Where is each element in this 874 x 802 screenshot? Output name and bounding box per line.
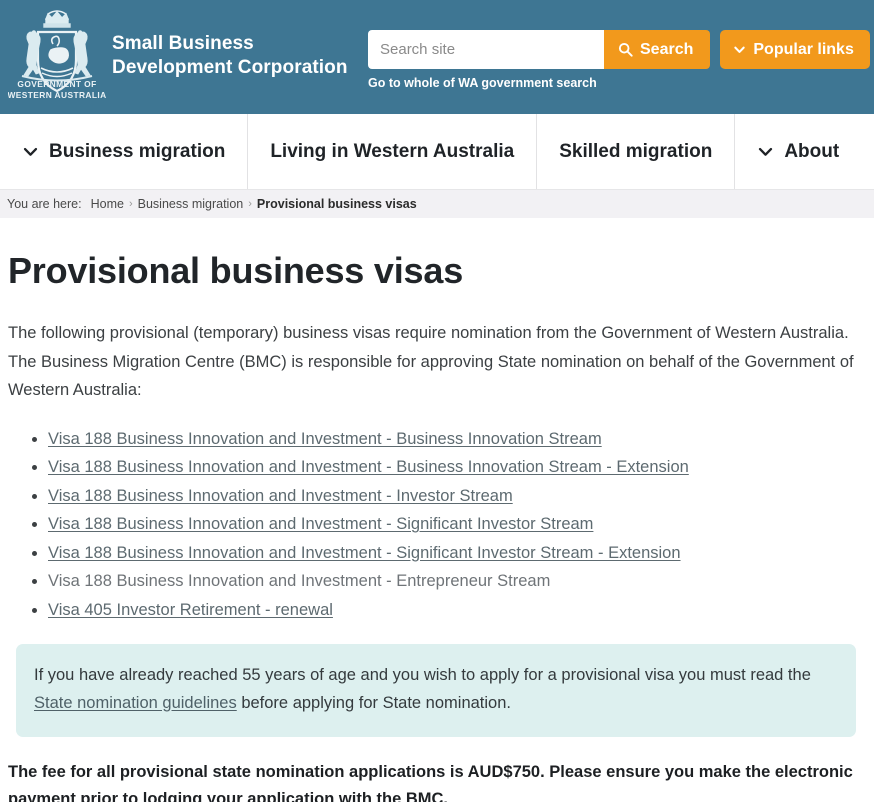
visa-link[interactable]: Visa 405 Investor Retirement - renewal	[48, 601, 333, 619]
list-item: Visa 405 Investor Retirement - renewal	[48, 597, 864, 625]
crest-caption-line2: WESTERN AUSTRALIA	[8, 90, 106, 100]
state-nomination-guidelines-link[interactable]: State nomination guidelines	[34, 694, 237, 712]
age-notice-callout: If you have already reached 55 years of …	[16, 644, 856, 737]
nav-item-label: Skilled migration	[559, 140, 713, 162]
breadcrumb-item-current: Provisional business visas	[256, 197, 417, 211]
intro-paragraph: The following provisional (temporary) bu…	[8, 324, 854, 400]
breadcrumb-lead: You are here:	[7, 197, 82, 211]
main-navigation: Business migration Living in Western Aus…	[0, 114, 874, 190]
visa-link[interactable]: Visa 188 Business Innovation and Investm…	[48, 515, 593, 533]
search-button[interactable]: Search	[604, 30, 711, 69]
visa-link[interactable]: Visa 188 Business Innovation and Investm…	[48, 430, 602, 448]
chevron-down-icon	[734, 46, 746, 53]
wa-government-search-link[interactable]: Go to whole of WA government search	[368, 76, 597, 90]
popular-links-label: Popular links	[753, 40, 854, 58]
list-item: Visa 188 Business Innovation and Investm…	[48, 568, 864, 596]
page-root: GOVERNMENT OF WESTERN AUSTRALIA Small Bu…	[0, 0, 874, 802]
site-header: GOVERNMENT OF WESTERN AUSTRALIA Small Bu…	[0, 0, 874, 114]
list-item: Visa 188 Business Innovation and Investm…	[48, 426, 864, 454]
list-item: Visa 188 Business Innovation and Investm…	[48, 483, 864, 511]
callout-text-after: before applying for State nomination.	[236, 693, 511, 712]
list-item: Visa 188 Business Innovation and Investm…	[48, 511, 864, 539]
main-content: Provisional business visas The following…	[0, 250, 874, 802]
breadcrumb-item-home[interactable]: Home	[91, 197, 124, 211]
list-item: Visa 188 Business Innovation and Investm…	[48, 540, 864, 568]
nav-item-business-migration[interactable]: Business migration	[0, 114, 249, 189]
organisation-name: Small Business Development Corporation	[112, 32, 348, 81]
organisation-name-line1: Small Business	[112, 33, 254, 54]
header-search-block: Search Popular links Go to whole of WA g…	[368, 30, 870, 92]
search-input[interactable]	[368, 30, 604, 69]
breadcrumb-separator: ›	[128, 198, 133, 210]
breadcrumb-separator: ›	[248, 198, 252, 210]
site-brand[interactable]: GOVERNMENT OF WESTERN AUSTRALIA Small Bu…	[0, 0, 348, 102]
visa-list: Visa 188 Business Innovation and Investm…	[8, 426, 864, 625]
nav-item-label: About	[784, 140, 840, 162]
nav-item-label: Business migration	[49, 140, 226, 162]
visa-link[interactable]: Visa 188 Business Innovation and Investm…	[48, 487, 513, 505]
fee-notice: The fee for all provisional state nomina…	[8, 762, 853, 802]
visa-link[interactable]: Visa 188 Business Innovation and Investm…	[48, 458, 689, 476]
crest-caption-line1: GOVERNMENT OF	[17, 79, 96, 89]
chevron-down-icon	[23, 147, 38, 156]
popular-links-button[interactable]: Popular links	[720, 30, 870, 69]
callout-text-before: If you have already reached 55 years of …	[34, 666, 811, 685]
nav-item-skilled-migration[interactable]: Skilled migration	[537, 114, 736, 189]
nav-item-living-in-western-australia[interactable]: Living in Western Australia	[248, 114, 538, 189]
search-row: Search Popular links	[368, 30, 870, 69]
organisation-name-line2: Development Corporation	[112, 57, 348, 79]
nav-item-label: Living in Western Australia	[270, 140, 515, 162]
breadcrumb: You are here: Home › Business migration …	[0, 190, 874, 218]
page-title: Provisional business visas	[8, 250, 464, 291]
breadcrumb-item-business-migration[interactable]: Business migration	[138, 197, 244, 211]
search-icon	[618, 42, 633, 57]
visa-link[interactable]: Visa 188 Business Innovation and Investm…	[48, 544, 681, 562]
search-button-label: Search	[640, 40, 694, 58]
chevron-down-icon	[759, 147, 773, 156]
wa-government-crest-icon: GOVERNMENT OF WESTERN AUSTRALIA	[8, 10, 106, 100]
nav-item-about[interactable]: About	[735, 114, 861, 189]
list-item: Visa 188 Business Innovation and Investm…	[48, 454, 864, 482]
